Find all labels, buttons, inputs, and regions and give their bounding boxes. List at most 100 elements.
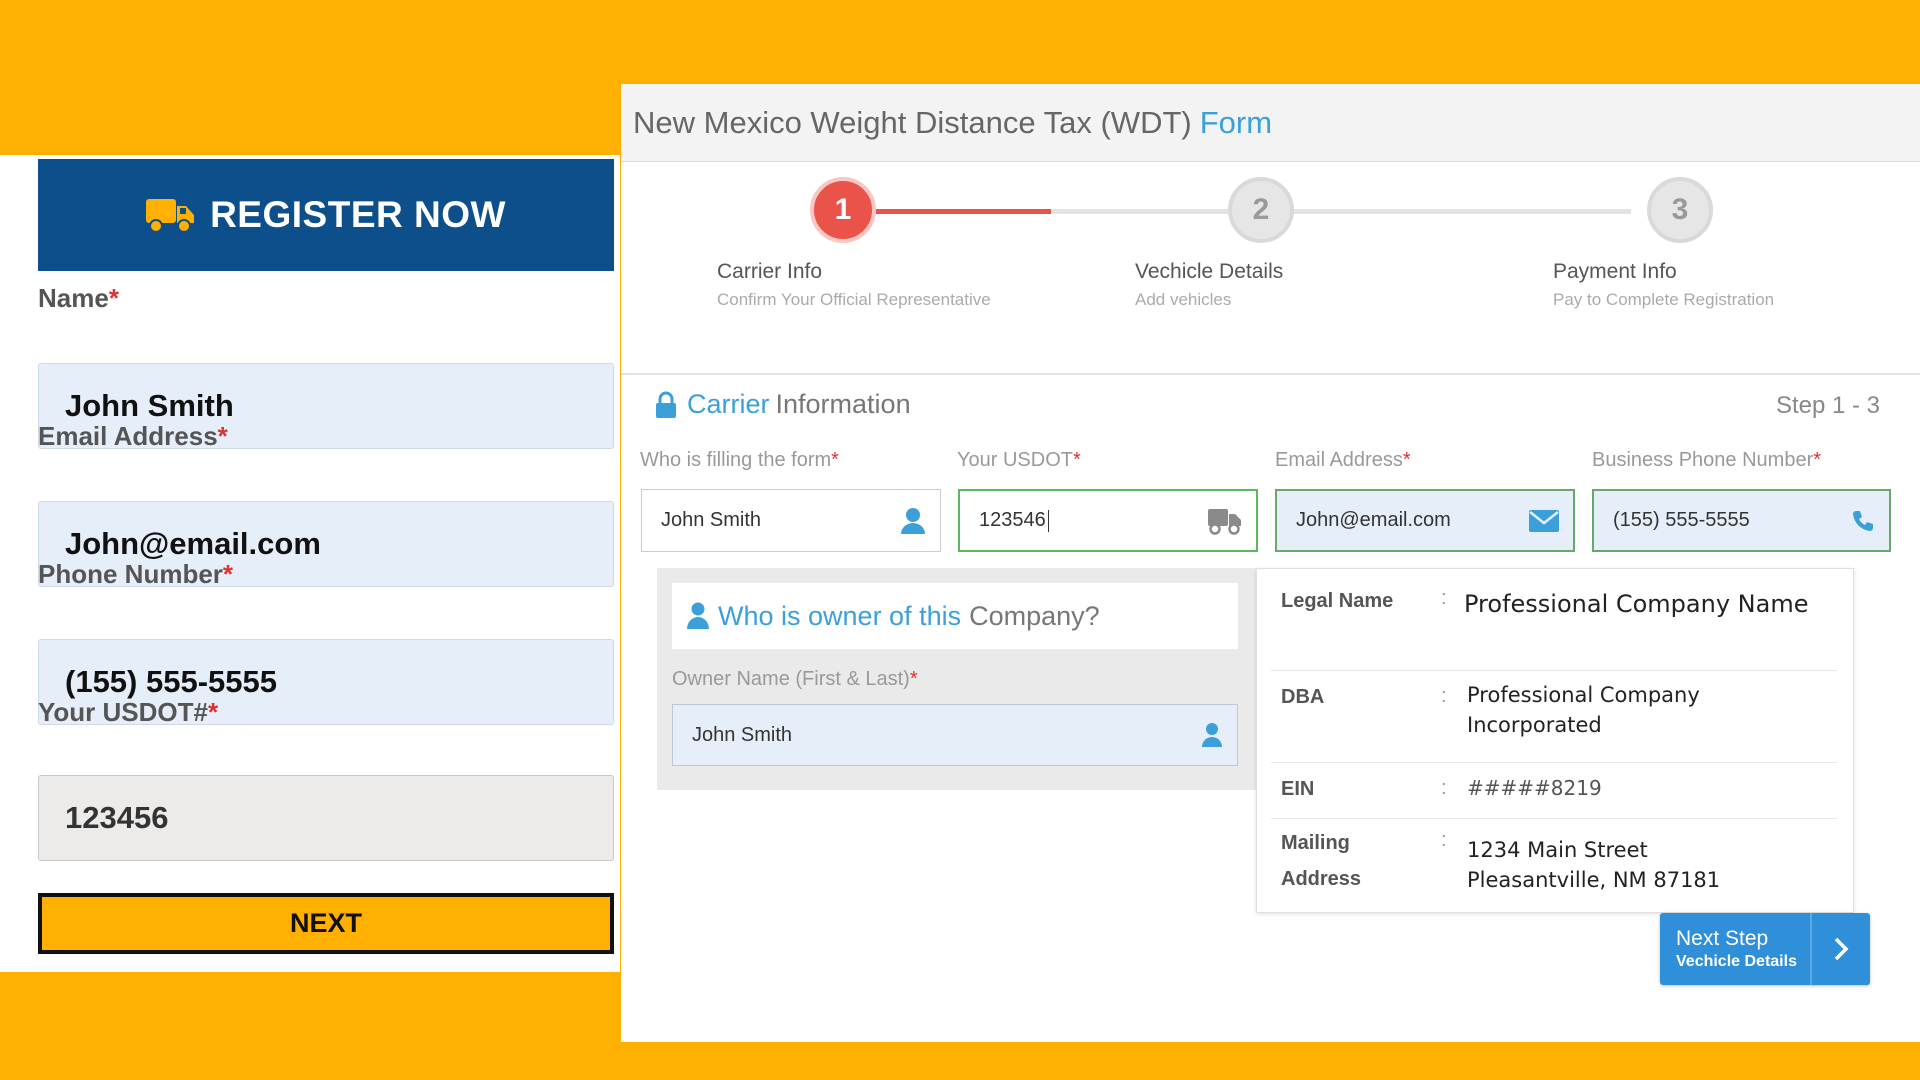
step-1-subtitle: Confirm Your Official Representative	[717, 290, 991, 309]
next-button[interactable]: NEXT	[38, 893, 614, 954]
register-card: REGISTER NOW Name* John Smith Email Addr…	[0, 155, 620, 972]
form-title-accent: Form	[1199, 104, 1273, 140]
section-divider	[621, 373, 1920, 375]
step-2-title: Vechicle Details	[1135, 260, 1284, 283]
mailing-key-line: Address	[1281, 868, 1362, 890]
section-title-accent: Carrier	[687, 389, 770, 419]
usdot-input[interactable]: 123546	[958, 489, 1258, 552]
next-step-button[interactable]: Next Step Vechicle Details	[1660, 913, 1870, 985]
step-2-subtitle: Add vehicles	[1135, 290, 1232, 309]
progress-line	[1261, 209, 1631, 214]
form-header: New Mexico Weight Distance Tax (WDT) For…	[621, 84, 1920, 162]
email-input[interactable]: John@email.com	[1275, 489, 1575, 552]
mailing-address-key: Mailing Address	[1281, 825, 1361, 897]
dba-value-line: Incorporated	[1467, 713, 1602, 737]
next-step-label: Next Step Vechicle Details	[1660, 927, 1810, 971]
phone-label-text: Business Phone Number	[1592, 449, 1814, 471]
user-icon	[901, 507, 925, 534]
required-mark: *	[1402, 449, 1411, 471]
owner-name-value: John Smith	[692, 723, 793, 746]
step-counter: Step 1 - 3	[1775, 392, 1880, 419]
usdot-value: 123546	[979, 509, 1046, 531]
register-banner: REGISTER NOW	[38, 159, 614, 271]
dba-value: Professional Company Incorporated	[1467, 680, 1700, 740]
email-label-text: Email Address	[38, 421, 218, 451]
dba-value-line: Professional Company	[1467, 683, 1700, 707]
legal-name-key: Legal Name	[1281, 590, 1394, 612]
user-icon	[687, 602, 709, 629]
owner-question: Who is owner of this Company?	[672, 583, 1238, 649]
step-1-title: Carrier Info	[717, 260, 823, 283]
mailing-value-line: 1234 Main Street	[1467, 838, 1648, 862]
phone-icon	[1853, 510, 1873, 531]
phone-value: (155) 555-5555	[1613, 509, 1750, 531]
filer-value: John Smith	[661, 509, 762, 531]
dba-row: DBA : Professional Company Incorporated	[1271, 671, 1837, 763]
owner-name-label-text: Owner Name (First & Last)	[672, 668, 910, 690]
truck-icon	[146, 199, 195, 233]
phone-label: Business Phone Number*	[1592, 449, 1821, 472]
mailing-address-row: Mailing Address : 1234 Main Street Pleas…	[1271, 819, 1837, 909]
required-mark: *	[217, 421, 228, 451]
company-info-card: Legal Name : Professional Company Name D…	[1256, 568, 1854, 913]
step-3-subtitle: Pay to Complete Registration	[1553, 290, 1775, 309]
owner-question-text: Company?	[969, 600, 1100, 631]
email-value: John@email.com	[1296, 509, 1451, 531]
name-label: Name*	[38, 283, 119, 314]
dba-key: DBA	[1281, 686, 1325, 708]
email-label: Email Address*	[38, 421, 228, 452]
usdot-label: Your USDOT*	[957, 449, 1081, 472]
colon: :	[1441, 829, 1447, 851]
required-mark: *	[1813, 449, 1822, 471]
step-3-title: Payment Info	[1553, 260, 1677, 283]
colon: :	[1441, 777, 1447, 799]
progress-line	[1051, 209, 1231, 214]
usdot-label: Your USDOT#*	[38, 697, 218, 728]
phone-label: Phone Number*	[38, 559, 233, 590]
owner-name-label: Owner Name (First & Last)*	[672, 668, 918, 691]
required-mark: *	[909, 668, 918, 690]
required-mark: *	[222, 559, 234, 589]
user-icon	[1202, 723, 1222, 747]
legal-name-row: Legal Name : Professional Company Name	[1271, 579, 1837, 671]
ein-value: #####8219	[1467, 776, 1602, 800]
text-caret	[1047, 509, 1049, 532]
owner-section: Who is owner of this Company? Owner Name…	[657, 568, 1257, 790]
filer-label-text: Who is filling the form	[640, 449, 832, 471]
mailing-address-value: 1234 Main Street Pleasantville, NM 87181	[1467, 835, 1720, 895]
truck-icon	[1208, 508, 1241, 535]
filer-input[interactable]: John Smith	[641, 489, 941, 552]
required-mark: *	[207, 697, 219, 727]
section-title-text: Information	[775, 389, 911, 419]
usdot-label-text: Your USDOT	[957, 449, 1073, 471]
colon: :	[1441, 587, 1447, 609]
required-mark: *	[831, 449, 839, 471]
step-1-indicator[interactable]: 1	[810, 177, 876, 243]
owner-name-input[interactable]: John Smith	[672, 704, 1238, 766]
filer-label: Who is filling the form*	[640, 449, 839, 472]
ein-row: EIN : #####8219	[1271, 763, 1837, 819]
email-label: Email Address*	[1275, 449, 1411, 472]
chevron-right-icon	[1812, 936, 1870, 962]
owner-question-accent: Who is owner of this	[718, 600, 962, 631]
phone-label-text: Phone Number	[38, 559, 223, 589]
step-3-indicator[interactable]: 3	[1647, 177, 1713, 243]
usdot-field[interactable]: 123456	[38, 775, 614, 861]
legal-name-value: Professional Company Name	[1464, 590, 1809, 618]
step-2-indicator[interactable]: 2	[1228, 177, 1294, 243]
name-label-text: Name	[38, 283, 109, 313]
usdot-label-text: Your USDOT#	[38, 697, 208, 727]
wdt-form-panel: New Mexico Weight Distance Tax (WDT) For…	[621, 84, 1920, 1042]
section-title: Carrier Information	[655, 389, 911, 420]
required-mark: *	[1072, 449, 1081, 471]
colon: :	[1441, 685, 1447, 707]
mailing-value-line: Pleasantville, NM 87181	[1467, 868, 1721, 892]
lock-icon	[656, 391, 676, 418]
mailing-key-line: Mailing	[1281, 832, 1350, 854]
email-label-text: Email Address	[1275, 449, 1403, 471]
next-step-title: Next Step	[1676, 927, 1769, 950]
required-mark: *	[108, 283, 119, 313]
form-title: New Mexico Weight Distance Tax (WDT)	[633, 104, 1192, 140]
phone-input[interactable]: (155) 555-5555	[1592, 489, 1891, 552]
ein-key: EIN	[1281, 778, 1315, 800]
